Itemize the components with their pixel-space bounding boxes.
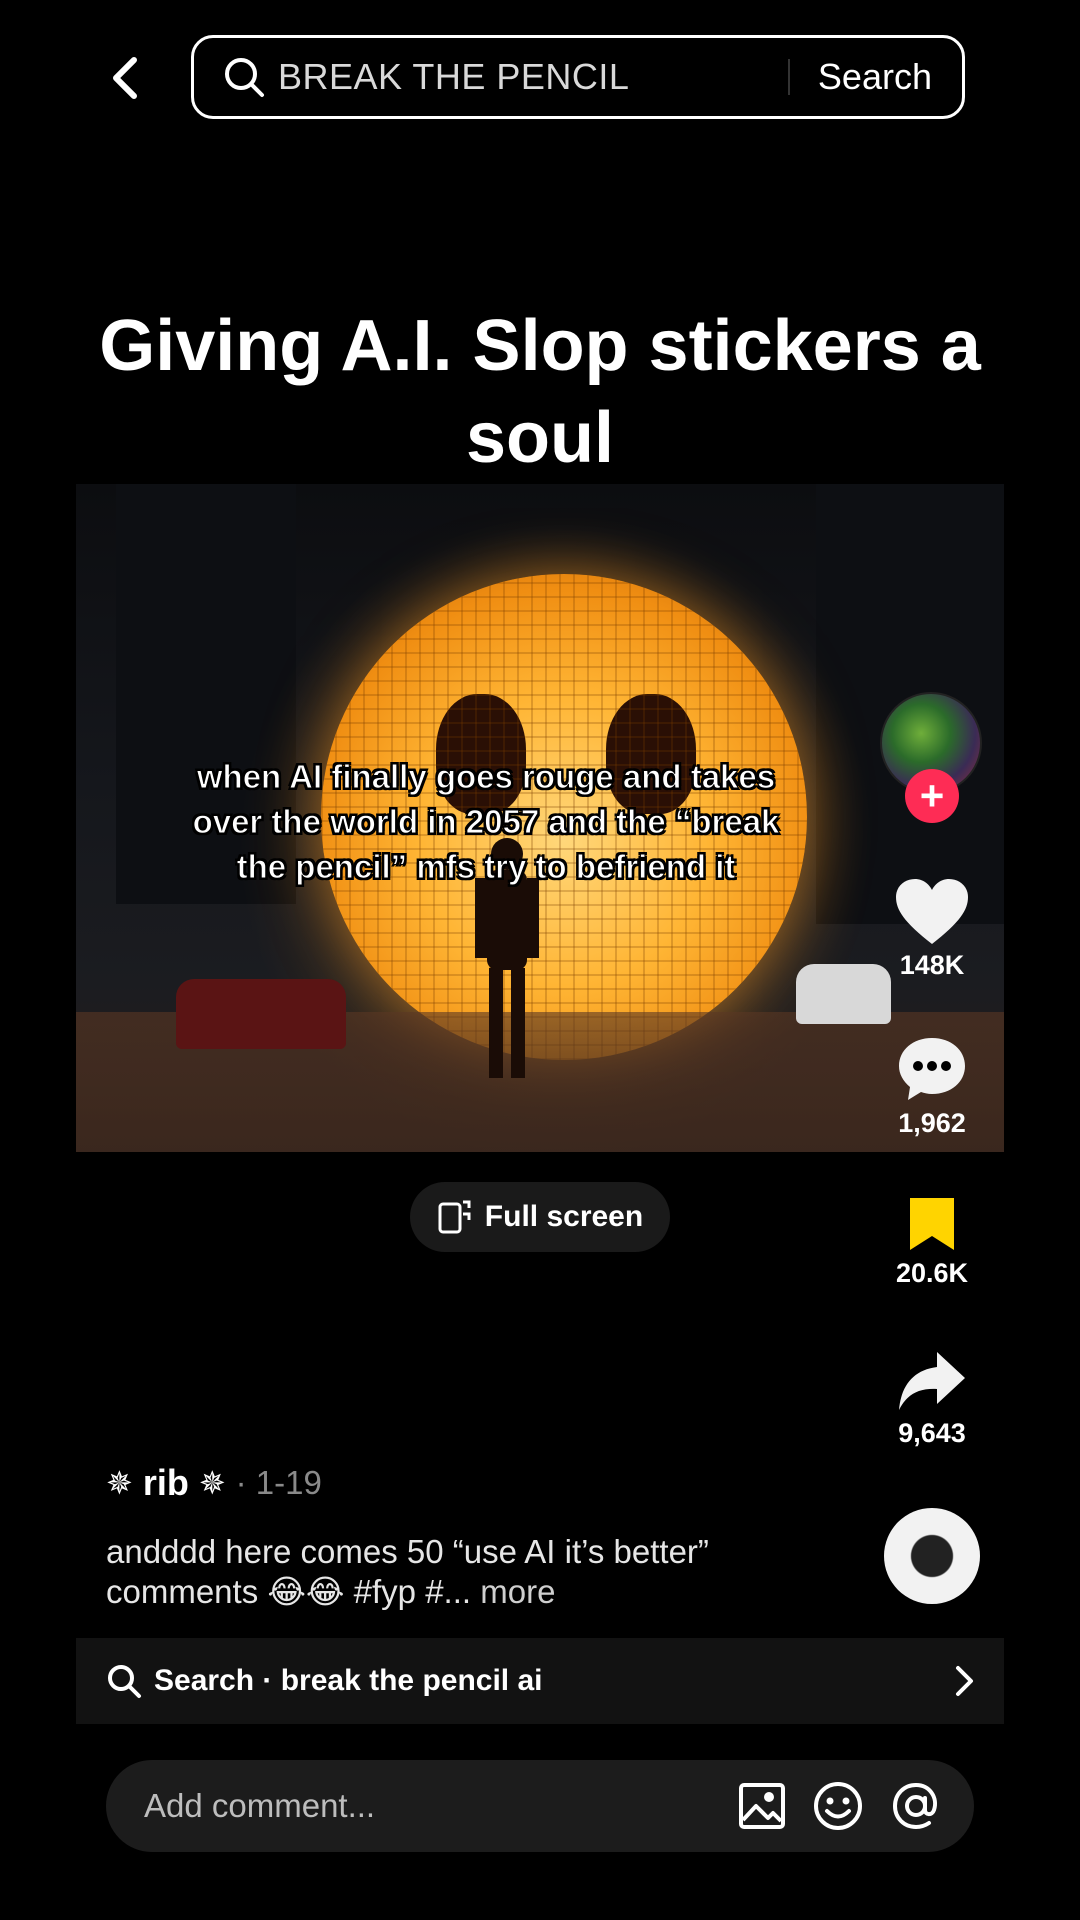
comment-button[interactable]: 1,962: [880, 1034, 984, 1139]
search-suggestion-bar[interactable]: Search · break the pencil ai: [76, 1638, 1004, 1724]
author-line: ✵ rib ✵ · 1-19: [106, 1462, 322, 1504]
white-car: [796, 964, 891, 1024]
caption-line: when AI finally goes rouge and takes: [196, 758, 776, 796]
emoji-button[interactable]: [812, 1780, 864, 1832]
author-decoration: ✵: [198, 1465, 226, 1501]
comment-input-bar[interactable]: Add comment...: [106, 1760, 974, 1852]
back-chevron-icon: [113, 57, 137, 99]
comment-input[interactable]: Add comment...: [144, 1787, 738, 1825]
search-suggestion-label: Search · break the pencil ai: [154, 1664, 543, 1697]
heart-icon: [896, 879, 968, 944]
music-disc[interactable]: [884, 1508, 980, 1604]
bookmark-count: 20.6K: [895, 1258, 969, 1288]
comment-icon: [899, 1038, 965, 1100]
search-query[interactable]: BREAK THE PENCIL: [278, 56, 788, 98]
search-divider: [787, 59, 790, 95]
author-decoration: ✵: [106, 1465, 133, 1501]
post-date: · 1-19: [235, 1464, 322, 1501]
description-text: andddd here comes 50 “use AI it’s better…: [106, 1533, 709, 1610]
share-icon: [899, 1352, 965, 1410]
search-icon: [225, 58, 264, 97]
follow-button[interactable]: +: [905, 769, 959, 823]
mention-button[interactable]: [890, 1780, 942, 1832]
like-button[interactable]: 148K: [880, 878, 984, 981]
share-button[interactable]: 9,643: [880, 1348, 984, 1449]
fullscreen-button[interactable]: Full screen: [410, 1182, 670, 1252]
image-icon: [739, 1783, 785, 1829]
back-button[interactable]: [108, 48, 148, 108]
caption-line: over the world in 2057 and the “break: [192, 803, 780, 841]
search-button[interactable]: Search: [818, 56, 932, 98]
video-caption: when AI finally goes rouge and takes ove…: [186, 754, 786, 889]
red-car: [176, 979, 346, 1049]
author-name[interactable]: rib: [143, 1462, 189, 1504]
bookmark-icon: [910, 1198, 954, 1250]
image-button[interactable]: [738, 1782, 786, 1830]
share-count: 9,643: [898, 1418, 966, 1448]
bookmark-button[interactable]: 20.6K: [880, 1194, 984, 1289]
mention-icon: [892, 1782, 937, 1830]
search-bar[interactable]: BREAK THE PENCIL Search: [191, 35, 965, 119]
video-title: Giving A.I. Slop stickers a soul: [99, 306, 981, 478]
emoji-icon: [814, 1782, 862, 1830]
fullscreen-label: Full screen: [484, 1200, 644, 1233]
search-icon: [108, 1665, 141, 1698]
more-link[interactable]: more: [480, 1573, 555, 1610]
video-player[interactable]: when AI finally goes rouge and takes ove…: [76, 484, 1004, 1152]
caption-line: the pencil” mfs try to befriend it: [236, 848, 736, 886]
fullscreen-icon: [438, 1200, 471, 1234]
video-description[interactable]: andddd here comes 50 “use AI it’s better…: [106, 1532, 786, 1612]
chevron-right-icon: [956, 1666, 973, 1696]
comment-count: 1,962: [898, 1108, 966, 1138]
like-count: 148K: [899, 950, 965, 980]
